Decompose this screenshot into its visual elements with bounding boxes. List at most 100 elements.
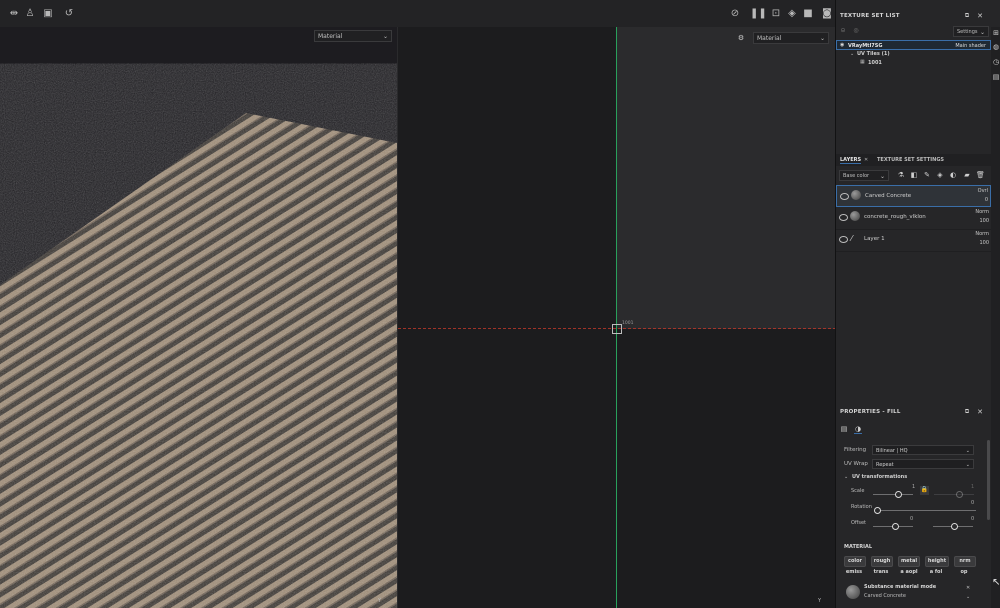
lock-icon[interactable]: 🔒 [920,486,929,495]
layers-tab-bar: LAYERS ✕ TEXTURE SET SETTINGS [836,154,991,166]
channel-afol-button[interactable]: a fol [926,568,946,577]
channel-rough-button[interactable]: rough [871,556,893,567]
material-icon[interactable]: ◑ [854,425,862,434]
offset-value[interactable]: 0 [910,516,913,522]
viewport-2d[interactable]: 1001 ⚙ Material ⌄ Y [397,27,836,608]
fill-layer-icon[interactable]: ◈ [936,171,944,179]
channel-op-button[interactable]: op [954,568,974,577]
rotation-slider-knob[interactable] [874,507,881,514]
channel-nrm-button[interactable]: nrm [954,556,976,567]
blend-mode[interactable]: Norm [975,230,989,239]
scale-value[interactable]: 1 [912,484,915,490]
scale-slider-knob[interactable] [895,491,902,498]
history-icon[interactable]: ↺ [63,9,75,19]
chevron-down-icon[interactable]: ⌄ [966,594,970,600]
uv-tiles-row[interactable]: ⌄ UV Tiles (1) [836,50,991,59]
layer-row[interactable]: concrete_rough_vlklon Norm 100 [836,207,991,230]
scale-slider-track[interactable] [873,494,913,495]
blend-mode[interactable]: Ovrl [978,187,988,196]
channel-height-button[interactable]: height [925,556,949,567]
screenshot-icon[interactable]: ◙ [821,9,833,19]
channel-metal-button[interactable]: metal [898,556,920,567]
viewport-3d-material-select[interactable]: Material ⌄ [314,30,392,42]
texture-set-list-title: TEXTURE SET LIST [840,13,900,19]
chevron-down-icon[interactable]: ⌄ [844,474,848,480]
scale-slider-knob-2[interactable] [956,491,963,498]
pause-icon[interactable]: ❚❚ [750,9,767,19]
link-icon[interactable]: ⊝ [839,27,847,35]
folder-icon[interactable]: ▰ [963,171,971,179]
layer-name: Layer 1 [864,236,885,242]
texture-icon[interactable]: ▤ [840,425,848,433]
add-mask-icon[interactable]: ◧ [910,171,918,179]
eye-icon[interactable] [840,193,849,200]
close-icon[interactable]: ✕ [976,12,984,20]
uv-transformations-label[interactable]: UV transformations [852,474,907,480]
close-icon[interactable]: ✕ [976,408,984,416]
uv-wrap-select[interactable]: Repeat ⌄ [872,459,974,469]
material-thumbnail[interactable] [846,585,860,599]
eye-icon[interactable]: ◉ [840,42,844,48]
uv-axis-v [616,27,617,608]
display-icon[interactable]: ◍ [992,43,1000,51]
cube-icon[interactable]: ◈ [786,9,798,19]
video-icon[interactable]: ■ [802,9,814,19]
texture-set-row[interactable]: ◉ VRayMtl7SG Main shader [836,40,991,50]
tab-texture-set-settings[interactable]: TEXTURE SET SETTINGS [877,157,944,163]
chevron-down-icon[interactable]: ⌄ [850,51,854,57]
undock-icon[interactable]: ⧉ [963,408,971,416]
scale-value-2[interactable]: 1 [971,484,974,490]
channel-aaopl-button[interactable]: a aopl [898,568,920,577]
camera-settings-icon[interactable]: ⊡ [770,9,782,19]
viewport-3d[interactable]: Material ⌄ Y [0,27,397,608]
figure-icon[interactable]: ♙ [24,9,36,19]
shelf-icon[interactable]: ⊞ [992,29,1000,37]
channel-select[interactable]: Base color ⌄ [839,170,889,181]
substance-material-row[interactable]: Substance material mode Carved Concrete … [836,581,991,603]
display-settings-icon[interactable]: ⚙ [737,34,745,42]
properties-scrollbar[interactable] [987,440,990,520]
tab-layers[interactable]: LAYERS [840,157,862,164]
filtering-select[interactable]: Bilinear | HQ ⌄ [872,445,974,455]
blend-opacity[interactable]: 100 [975,217,989,226]
mirror-icon[interactable]: ⇹ [8,9,20,19]
close-icon[interactable]: ✕ [966,585,970,591]
frame-icon[interactable]: ▣ [42,9,54,19]
paint-layer-icon[interactable]: ✎ [923,171,931,179]
hide-icon[interactable]: ⊘ [729,9,741,19]
texture-set-name: VRayMtl7SG [848,43,883,49]
settings-dropdown[interactable]: Settings ⌄ [953,26,989,37]
viewport-2d-material-select[interactable]: Material ⌄ [753,32,829,44]
rotation-value[interactable]: 0 [971,500,974,506]
undock-icon[interactable]: ⧉ [963,12,971,20]
uv-tile-row[interactable]: ▦ 1001 [836,59,991,68]
history-panel-icon[interactable]: ◷ [992,58,1000,66]
log-icon[interactable]: ▤ [992,73,1000,81]
layer-blend[interactable]: Norm 100 [975,230,989,248]
delete-icon[interactable]: 🗑 [976,171,985,179]
blend-mode[interactable]: Norm [975,208,989,217]
channel-emiss-button[interactable]: emiss [844,568,864,577]
blend-opacity[interactable]: 100 [975,239,989,248]
eye-icon[interactable] [839,236,848,243]
channel-color-button[interactable]: color [844,556,866,567]
blend-opacity[interactable]: 0 [978,196,988,205]
offset-value-2[interactable]: 0 [971,516,974,522]
layer-row[interactable]: ⁄ Layer 1 Norm 100 [836,229,991,252]
scale-slider-track-2[interactable] [934,494,974,495]
rotation-slider-track[interactable] [877,510,976,511]
viewport-3d-material-label: Material [318,33,343,40]
tile-label: 1001 [622,321,634,326]
visibility-icon[interactable]: ◎ [852,27,860,35]
shader-label[interactable]: Main shader [955,43,986,49]
offset-slider-knob-2[interactable] [951,523,958,530]
smart-material-icon[interactable]: ◐ [949,171,957,179]
close-icon[interactable]: ✕ [864,157,868,163]
channel-trans-button[interactable]: trans [871,568,891,577]
add-effect-icon[interactable]: ⚗ [897,171,905,179]
layer-blend[interactable]: Norm 100 [975,208,989,226]
eye-icon[interactable] [839,214,848,221]
layer-blend[interactable]: Ovrl 0 [978,187,988,205]
layer-row[interactable]: Carved Concrete Ovrl 0 [836,185,991,207]
offset-slider-knob[interactable] [892,523,899,530]
